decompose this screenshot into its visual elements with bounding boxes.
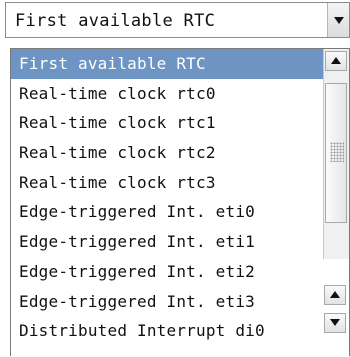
list-item[interactable]: Edge-triggered Int. eti1 bbox=[11, 227, 323, 257]
list-scrollbar[interactable] bbox=[323, 49, 349, 259]
list-item[interactable]: Edge-triggered Int. eti2 bbox=[11, 257, 323, 287]
scrollbar-thumb[interactable] bbox=[325, 83, 347, 223]
triangle-up-icon bbox=[331, 57, 341, 64]
dropdown-arrow-button[interactable] bbox=[327, 3, 349, 37]
triangle-down-icon bbox=[330, 319, 340, 326]
list-items: First available RTC Real-time clock rtc0… bbox=[11, 49, 323, 346]
scroll-up-button[interactable] bbox=[325, 51, 347, 71]
list-item[interactable]: Real-time clock rtc1 bbox=[11, 108, 323, 138]
list-item[interactable]: Real-time clock rtc0 bbox=[11, 79, 323, 109]
secondary-scrollbar[interactable] bbox=[323, 281, 349, 357]
rtc-dropdown-list[interactable]: First available RTC Real-time clock rtc0… bbox=[10, 48, 350, 357]
list-item[interactable]: Real-time clock rtc3 bbox=[11, 168, 323, 198]
rtc-select-value: First available RTC bbox=[15, 11, 216, 31]
chevron-down-icon bbox=[334, 17, 344, 24]
list-item[interactable]: Distributed Interrupt di0 bbox=[11, 316, 323, 346]
list-item[interactable]: Edge-triggered Int. eti0 bbox=[11, 197, 323, 227]
list-item[interactable]: First available RTC bbox=[11, 49, 323, 79]
rtc-select[interactable]: First available RTC bbox=[5, 2, 350, 38]
triangle-up-icon bbox=[330, 291, 340, 298]
grip-icon bbox=[330, 142, 344, 162]
scroll-up-button[interactable] bbox=[324, 285, 346, 305]
scroll-down-button[interactable] bbox=[324, 313, 346, 333]
list-item[interactable]: Edge-triggered Int. eti3 bbox=[11, 287, 323, 317]
list-item[interactable]: Real-time clock rtc2 bbox=[11, 138, 323, 168]
